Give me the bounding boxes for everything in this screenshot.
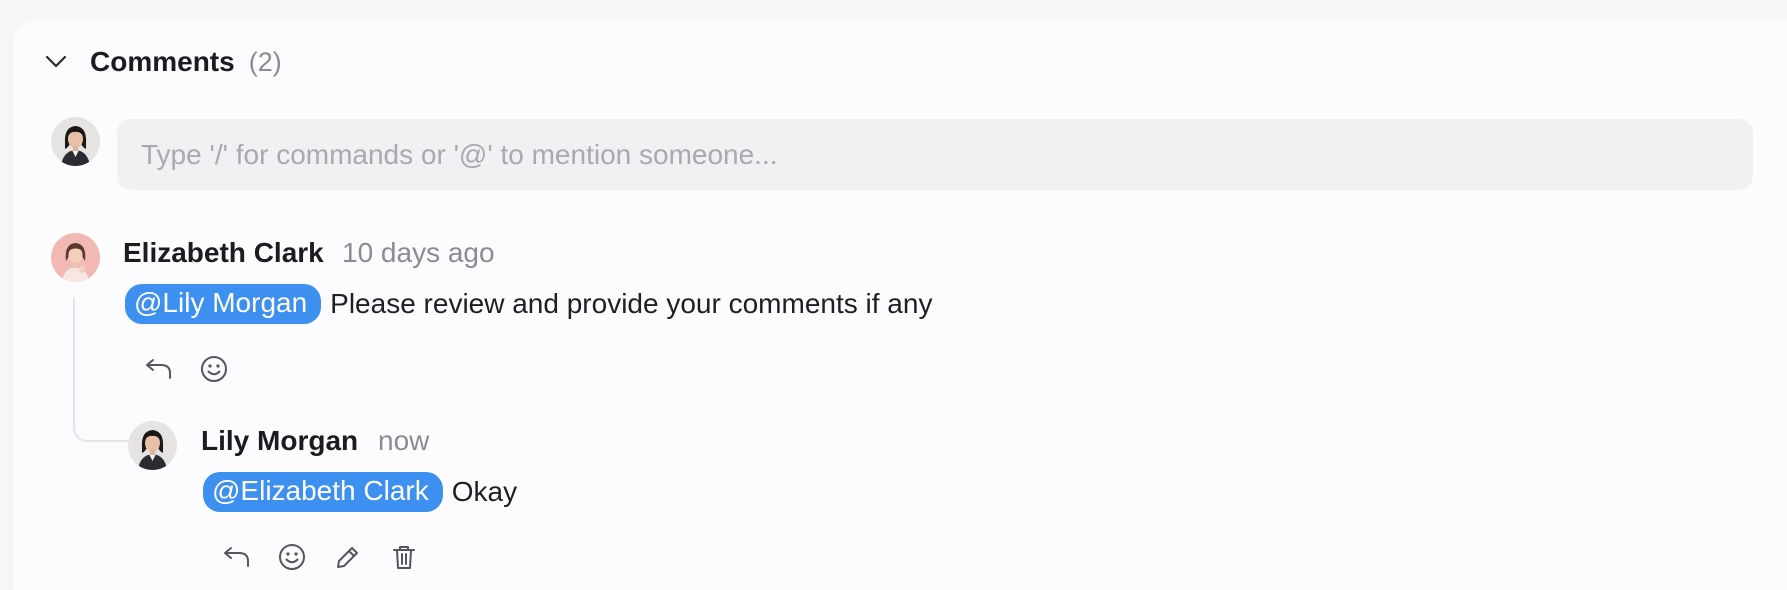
comment-text: Please review and provide your comments …: [330, 288, 933, 319]
comment-text: Okay: [451, 476, 518, 507]
comment-time: now: [378, 425, 430, 456]
emoji-icon[interactable]: [275, 540, 309, 574]
thread-connector: [73, 297, 128, 442]
comment-time: 10 days ago: [342, 237, 495, 268]
mention-chip[interactable]: @Lily Morgan: [125, 284, 322, 324]
reply-icon[interactable]: [141, 352, 175, 386]
reply-icon[interactable]: [219, 540, 253, 574]
chevron-down-icon[interactable]: [43, 49, 69, 75]
emoji-icon[interactable]: [197, 352, 231, 386]
comment-author[interactable]: Lily Morgan: [201, 425, 358, 457]
comments-title: Comments: [90, 46, 235, 77]
comments-header[interactable]: Comments (2): [43, 40, 282, 84]
comment-actions: [141, 352, 253, 386]
avatar: [128, 421, 177, 470]
comment-author[interactable]: Elizabeth Clark: [123, 237, 324, 269]
comment-input[interactable]: [117, 119, 1753, 190]
current-user-avatar: [51, 117, 100, 166]
mention-chip[interactable]: @Elizabeth Clark: [203, 472, 443, 512]
comment-actions: [219, 540, 443, 574]
comments-count: (2): [248, 46, 282, 77]
comment-body: @Lily Morgan Please review and provide y…: [125, 284, 932, 324]
comment-body: @Elizabeth Clark Okay: [203, 472, 517, 512]
avatar: [51, 233, 100, 282]
edit-icon[interactable]: [331, 540, 365, 574]
delete-icon[interactable]: [387, 540, 421, 574]
